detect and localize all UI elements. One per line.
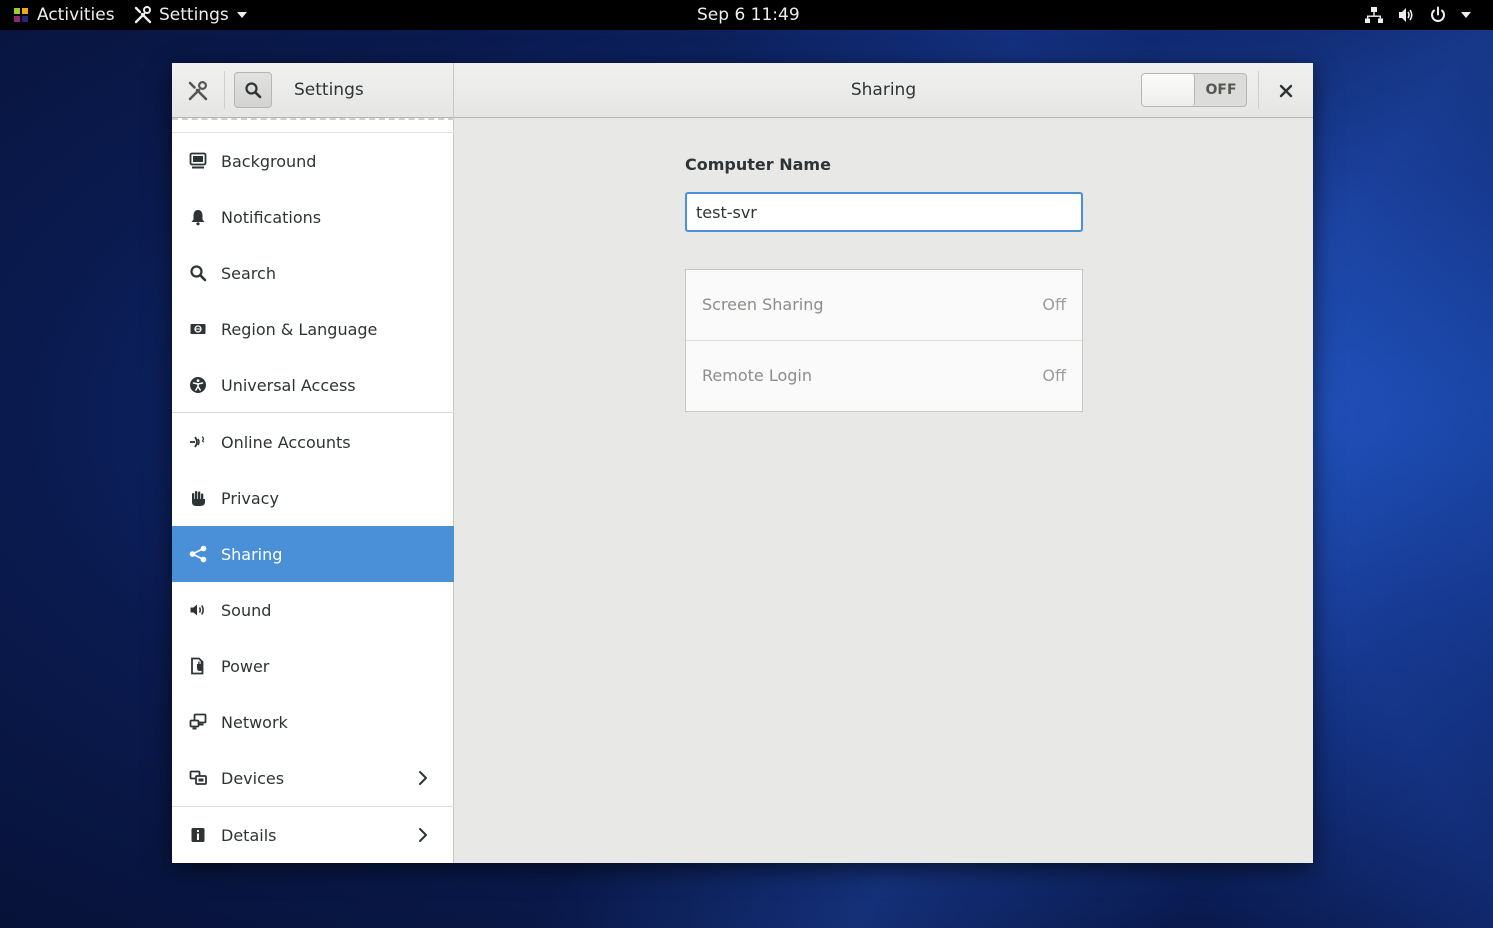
info-icon	[189, 826, 207, 844]
region-icon	[189, 320, 207, 338]
sidebar-item-label: Devices	[221, 768, 285, 788]
sidebar-item-label: Power	[221, 656, 270, 676]
sidebar-item-label: Background	[221, 151, 317, 171]
sidebar-item-search[interactable]: Search	[172, 245, 454, 301]
close-button[interactable]	[1272, 77, 1300, 105]
sidebar-item-label: Details	[221, 825, 277, 845]
activities-button[interactable]: Activities	[12, 0, 115, 30]
sidebar-header: Settings	[172, 63, 454, 118]
sidebar-item-privacy[interactable]: Privacy	[172, 470, 454, 526]
sidebar-item-online-accounts[interactable]: Online Accounts	[172, 414, 454, 470]
header-bar: Settings Sharing OFF	[172, 63, 1313, 118]
sidebar-item-label: Region & Language	[221, 319, 378, 339]
sharing-master-switch[interactable]: OFF	[1141, 73, 1247, 107]
power-icon	[1431, 6, 1445, 22]
hand-icon	[189, 489, 207, 507]
sidebar-item-universal-access[interactable]: Universal Access	[172, 357, 454, 413]
scroll-indicator	[172, 118, 454, 121]
computer-name-label: Computer Name	[685, 155, 831, 174]
devices-icon	[189, 769, 207, 787]
sidebar-item-region-language[interactable]: Region & Language	[172, 301, 454, 357]
network-wired-icon	[1365, 7, 1383, 23]
computer-name-input[interactable]	[685, 192, 1083, 232]
service-name: Remote Login	[702, 366, 812, 385]
switch-knob	[1142, 74, 1195, 106]
activities-label: Activities	[37, 5, 115, 25]
sidebar-item-label: Sound	[221, 600, 272, 620]
sidebar-item-label: Online Accounts	[221, 432, 351, 452]
sidebar: Background Notifications Search Region &…	[172, 118, 454, 863]
online-accounts-icon	[189, 433, 207, 451]
chevron-down-icon	[236, 12, 247, 18]
service-state: Off	[1042, 366, 1066, 385]
sidebar-item-label: Search	[221, 263, 276, 283]
background-icon	[189, 152, 207, 170]
sidebar-item-power[interactable]: Power	[172, 638, 454, 694]
service-state: Off	[1042, 295, 1066, 314]
power-plug-icon	[189, 657, 207, 675]
screen-sharing-row[interactable]: Screen Sharing Off	[686, 270, 1082, 340]
sidebar-item-background[interactable]: Background	[172, 133, 454, 189]
app-menu-button[interactable]: Settings	[133, 0, 247, 30]
sidebar-item-devices[interactable]: Devices	[172, 750, 454, 806]
speaker-icon	[189, 601, 207, 619]
centos-logo-icon	[14, 8, 28, 22]
sidebar-item-sharing[interactable]: Sharing	[172, 526, 454, 582]
tools-icon	[188, 80, 208, 101]
top-bar: Activities Settings Sep 6 11:49	[0, 0, 1493, 30]
sidebar-item-label: Sharing	[221, 544, 283, 564]
system-tray[interactable]	[1365, 0, 1471, 30]
search-button[interactable]	[234, 72, 272, 108]
sidebar-item-network[interactable]: Network	[172, 694, 454, 750]
sidebar-item-sound[interactable]: Sound	[172, 582, 454, 638]
sharing-services-list: Screen Sharing Off Remote Login Off	[685, 269, 1083, 412]
app-menu-label: Settings	[159, 5, 229, 25]
clock[interactable]: Sep 6 11:49	[697, 0, 800, 30]
header-separator	[224, 71, 225, 109]
sidebar-title: Settings	[294, 80, 364, 100]
bell-icon	[189, 208, 207, 226]
sidebar-item-label: Notifications	[221, 207, 322, 227]
service-name: Screen Sharing	[702, 295, 824, 314]
sharing-panel: Computer Name Screen Sharing Off Remote …	[454, 118, 1313, 863]
sidebar-item-details[interactable]: Details	[172, 807, 454, 863]
network-icon	[189, 713, 207, 731]
chevron-right-icon	[419, 828, 427, 842]
close-icon	[1279, 84, 1293, 98]
switch-label: OFF	[1205, 82, 1237, 98]
settings-window: Settings Sharing OFF Background Notifica…	[172, 63, 1313, 863]
sidebar-divider	[172, 412, 454, 413]
tools-icon	[134, 6, 152, 24]
search-icon	[189, 264, 207, 282]
sidebar-item-label: Network	[221, 712, 288, 732]
accessibility-icon	[189, 376, 207, 394]
chevron-down-icon	[1461, 12, 1471, 18]
sidebar-item-label: Privacy	[221, 488, 279, 508]
volume-icon	[1399, 8, 1413, 22]
sidebar-item-notifications[interactable]: Notifications	[172, 189, 454, 245]
share-icon	[189, 545, 207, 563]
remote-login-row[interactable]: Remote Login Off	[686, 341, 1082, 411]
chevron-right-icon	[419, 771, 427, 785]
sidebar-item-label: Universal Access	[221, 375, 356, 395]
search-icon	[245, 82, 262, 99]
header-separator	[1258, 71, 1259, 109]
